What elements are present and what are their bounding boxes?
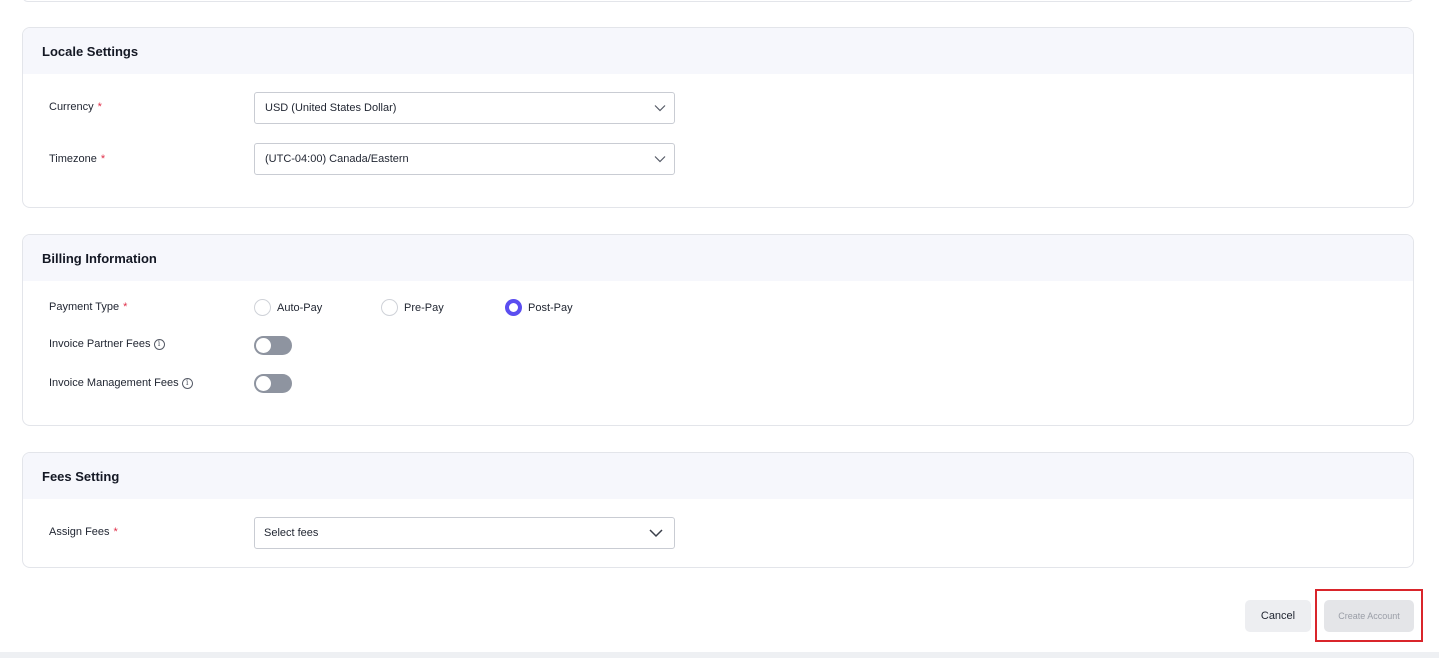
previous-section-card (22, 0, 1414, 2)
info-icon[interactable]: i (181, 377, 193, 389)
bottom-bar (0, 652, 1439, 658)
fees-setting-card: Fees Setting Assign Fees * Select fees (22, 452, 1414, 568)
locale-settings-title: Locale Settings (23, 28, 1413, 74)
currency-value: USD (United States Dollar) (265, 102, 397, 114)
radio-auto-pay[interactable]: Auto-Pay (254, 299, 381, 316)
locale-settings-card: Locale Settings Currency * USD (United S… (22, 27, 1414, 208)
required-marker: * (113, 526, 118, 538)
billing-information-title: Billing Information (23, 235, 1413, 281)
required-marker: * (123, 301, 128, 313)
assign-fees-select[interactable]: Select fees (254, 517, 675, 549)
billing-information-card: Billing Information Payment Type * Auto-… (22, 234, 1414, 426)
radio-label: Auto-Pay (277, 301, 323, 314)
toggle-knob (256, 338, 271, 353)
info-icon[interactable]: i (153, 338, 165, 350)
currency-row: Currency * (49, 101, 102, 113)
currency-select[interactable]: USD (United States Dollar) (254, 92, 675, 124)
fees-setting-title: Fees Setting (23, 453, 1413, 499)
partner-fees-label: Invoice Partner Fees i (49, 338, 165, 350)
management-fees-toggle[interactable] (254, 374, 292, 393)
partner-fees-row: Invoice Partner Fees i (49, 338, 165, 350)
payment-type-row: Payment Type * (49, 301, 127, 313)
radio-pre-pay[interactable]: Pre-Pay (381, 299, 505, 316)
radio-circle-selected[interactable] (505, 299, 522, 316)
assign-fees-placeholder: Select fees (264, 527, 319, 539)
payment-type-radio-group: Auto-Pay Pre-Pay Post-Pay (254, 299, 573, 316)
radio-circle[interactable] (381, 299, 398, 316)
required-marker: * (97, 101, 102, 113)
radio-post-pay[interactable]: Post-Pay (505, 299, 573, 316)
currency-label: Currency * (49, 101, 102, 113)
timezone-row: Timezone * (49, 153, 105, 165)
management-fees-row: Invoice Management Fees i (49, 377, 193, 389)
timezone-label: Timezone * (49, 153, 106, 165)
highlight-box (1315, 589, 1423, 642)
timezone-select[interactable]: (UTC-04:00) Canada/Eastern (254, 143, 675, 175)
payment-type-label: Payment Type * (49, 301, 128, 313)
radio-label: Post-Pay (528, 301, 573, 314)
radio-circle[interactable] (254, 299, 271, 316)
cancel-button[interactable]: Cancel (1245, 600, 1311, 632)
required-marker: * (100, 153, 106, 165)
assign-fees-row: Assign Fees * (49, 526, 118, 538)
chevron-down-icon (654, 156, 666, 163)
assign-fees-label: Assign Fees * (49, 526, 118, 538)
partner-fees-toggle[interactable] (254, 336, 292, 355)
management-fees-label: Invoice Management Fees i (49, 377, 193, 389)
toggle-knob (256, 376, 271, 391)
chevron-down-icon (649, 529, 663, 538)
timezone-value: (UTC-04:00) Canada/Eastern (265, 153, 409, 165)
radio-label: Pre-Pay (404, 301, 444, 314)
chevron-down-icon (654, 105, 666, 112)
